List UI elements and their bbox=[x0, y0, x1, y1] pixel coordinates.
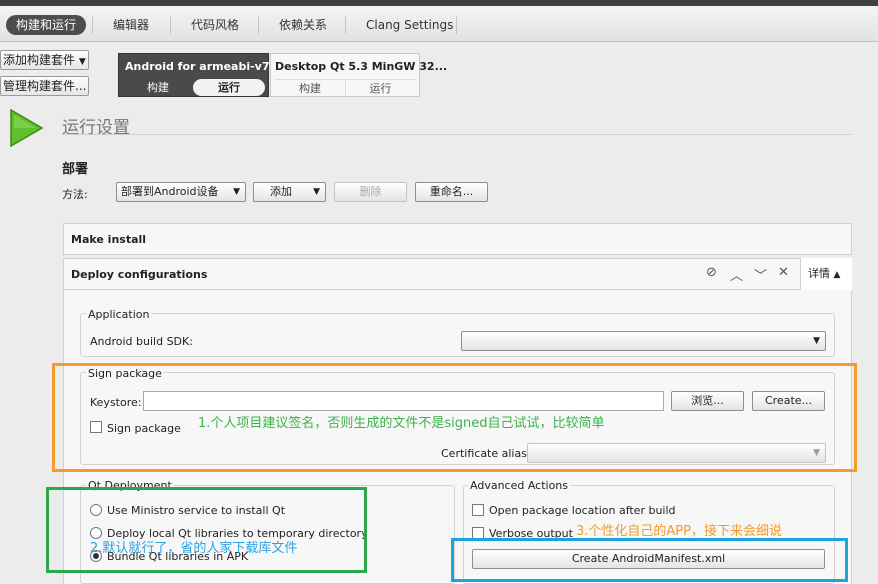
title-divider bbox=[62, 134, 852, 135]
dropdown-arrow-icon: ▼ bbox=[813, 336, 820, 346]
add-kit-label: 添加构建套件 bbox=[3, 53, 76, 67]
add-kit-button[interactable]: 添加构建套件 ▼ bbox=[0, 50, 89, 70]
details-label: 详情 bbox=[808, 267, 830, 280]
kit-name: Android for armeabi-v7a ... bbox=[125, 60, 294, 73]
kit-name: Desktop Qt 5.3 MinGW 32... bbox=[275, 60, 448, 73]
method-combo[interactable]: 部署到Android设备 ▼ bbox=[116, 182, 246, 202]
kit-run-tab[interactable]: 运行 bbox=[193, 79, 265, 96]
delete-button[interactable]: 删除 bbox=[334, 182, 407, 202]
tab-build-run[interactable]: 构建和运行 bbox=[6, 15, 87, 35]
annotation-text-qt: 2.默认就行了，省的人家下载库文件 bbox=[90, 541, 298, 556]
tab-dependencies[interactable]: 依赖关系 bbox=[279, 15, 327, 35]
kit-run-tab[interactable]: 运行 bbox=[345, 79, 415, 96]
open-location-checkbox[interactable] bbox=[472, 504, 484, 516]
rename-button[interactable]: 重命名... bbox=[415, 182, 488, 202]
dropdown-arrow-icon: ▼ bbox=[313, 187, 320, 197]
kit-desktop[interactable]: Desktop Qt 5.3 MinGW 32... 构建 运行 bbox=[270, 53, 447, 97]
play-icon bbox=[10, 108, 44, 148]
close-icon[interactable]: ✕ bbox=[778, 265, 789, 280]
advanced-actions-label: Advanced Actions bbox=[468, 479, 571, 492]
kit-android[interactable]: Android for armeabi-v7a ... 构建 运行 bbox=[118, 53, 293, 97]
tab-separator bbox=[170, 16, 171, 34]
method-label: 方法: bbox=[62, 188, 88, 201]
deploy-heading: 部署 bbox=[62, 162, 89, 177]
tab-code-style[interactable]: 代码风格 bbox=[191, 15, 239, 35]
annotation-box-qt bbox=[46, 487, 367, 573]
kit-build-tab[interactable]: 构建 bbox=[125, 79, 191, 96]
tab-clang-settings[interactable]: Clang Settings bbox=[366, 15, 453, 35]
dropdown-arrow-icon: ▼ bbox=[233, 187, 240, 197]
tab-separator bbox=[258, 16, 259, 34]
method-value: 部署到Android设备 bbox=[121, 185, 219, 198]
dropdown-arrow-icon: ▼ bbox=[78, 57, 86, 67]
remove-step-icon[interactable]: ⊘ bbox=[706, 265, 717, 280]
make-install-step[interactable]: Make install bbox=[63, 223, 852, 255]
move-down-icon[interactable]: ﹀ bbox=[754, 265, 767, 284]
move-up-icon[interactable]: ︿ bbox=[730, 265, 743, 284]
details-button[interactable]: 详情 ▲ bbox=[800, 258, 852, 290]
manage-kits-button[interactable]: 管理构建套件... bbox=[0, 76, 90, 96]
application-group-label: Application bbox=[86, 308, 152, 321]
deploy-config-title: Deploy configurations bbox=[71, 268, 208, 281]
add-label: 添加 bbox=[270, 185, 292, 198]
tab-separator bbox=[456, 16, 457, 34]
sdk-combo[interactable]: ▼ bbox=[461, 331, 826, 351]
tab-editor[interactable]: 编辑器 bbox=[113, 15, 149, 35]
annotation-text-manifest: 3.个性化自己的APP，接下来会细说 bbox=[576, 524, 782, 539]
kit-build-tab[interactable]: 构建 bbox=[275, 79, 345, 96]
settings-tab-bar: 构建和运行 编辑器 代码风格 依赖关系 Clang Settings bbox=[0, 6, 878, 42]
chevron-up-icon: ▲ bbox=[833, 270, 841, 280]
sdk-label: Android build SDK: bbox=[90, 335, 193, 348]
annotation-text-sign: 1.个人项目建议签名，否则生成的文件不是signed自己试试，比较简单 bbox=[198, 416, 605, 431]
tab-separator bbox=[92, 16, 93, 34]
annotation-box-manifest bbox=[451, 538, 848, 582]
make-install-title: Make install bbox=[71, 233, 147, 246]
open-location-label: Open package location after build bbox=[489, 504, 676, 517]
add-deploy-step-button[interactable]: 添加 ▼ bbox=[253, 182, 326, 202]
tab-separator bbox=[345, 16, 346, 34]
